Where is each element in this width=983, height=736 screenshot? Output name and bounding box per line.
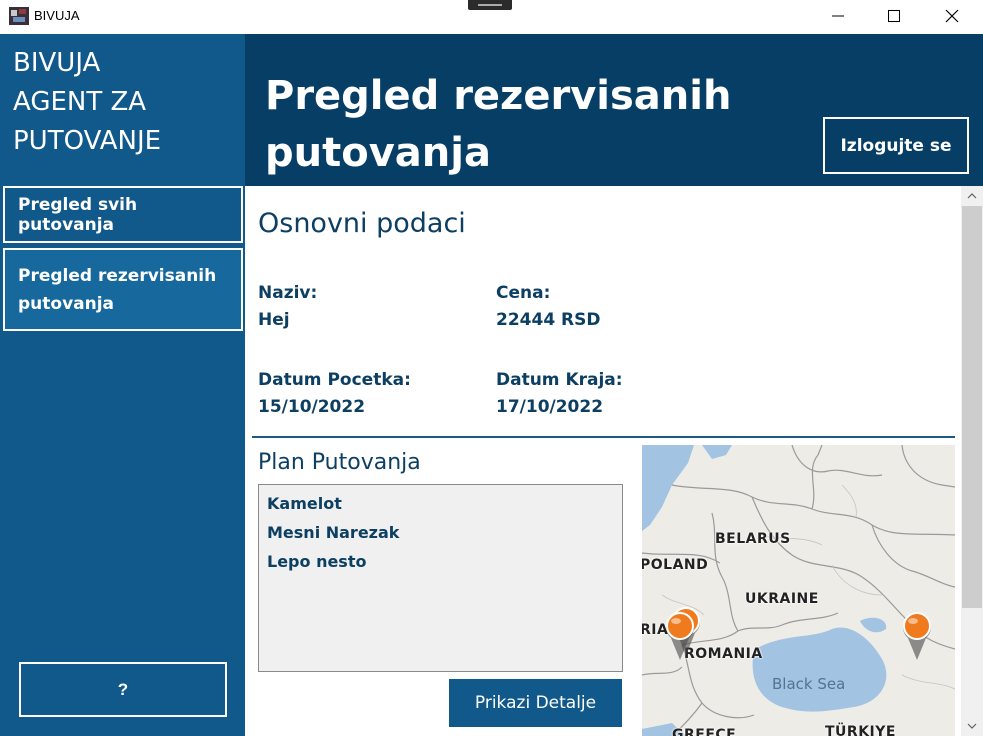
- vertical-scrollbar[interactable]: [961, 186, 983, 736]
- chevron-down-icon: [967, 723, 977, 729]
- divider: [252, 436, 955, 438]
- map-pin-icon[interactable]: [900, 610, 934, 662]
- price-label: Cena:: [496, 283, 551, 303]
- maximize-icon: [888, 10, 900, 22]
- list-item[interactable]: Mesni Narezak: [267, 518, 614, 547]
- minimize-icon: [832, 15, 844, 17]
- show-details-button[interactable]: Prikazi Detalje: [449, 679, 622, 727]
- window-titlebar: BIVUJA: [0, 0, 983, 34]
- price-value: 22444 RSD: [496, 310, 601, 330]
- app-logo-icon: [9, 7, 29, 25]
- close-icon: [945, 9, 959, 23]
- map-label-greece: GREECE: [672, 727, 737, 736]
- brand-line: AGENT ZA: [13, 87, 147, 117]
- plan-list[interactable]: Kamelot Mesni Narezak Lepo nesto: [258, 484, 623, 672]
- list-item[interactable]: Lepo nesto: [267, 547, 614, 576]
- plan-title: Plan Putovanja: [258, 450, 421, 475]
- map-pin-icon[interactable]: [663, 610, 697, 662]
- map-label-ukraine: UKRAINE: [745, 591, 819, 607]
- start-date-label: Datum Pocetka:: [258, 370, 411, 390]
- list-item[interactable]: Kamelot: [267, 489, 614, 518]
- end-date-label: Datum Kraja:: [496, 370, 623, 390]
- brand-line: PUTOVANJE: [13, 126, 162, 156]
- map-view[interactable]: BELARUS POLAND UKRAINE RIA ROMANIA Black…: [642, 445, 955, 736]
- brand-title: BIVUJA AGENT ZA PUTOVANJE: [13, 44, 233, 161]
- drag-handle-icon[interactable]: [468, 0, 512, 10]
- page-header: Pregled rezervisanih putovanja Izlogujte…: [245, 34, 983, 186]
- chevron-up-icon: [967, 193, 977, 199]
- sidebar-item-all-trips[interactable]: Pregled svih putovanja: [3, 186, 243, 243]
- map-label-black-sea: Black Sea: [772, 675, 846, 693]
- sidebar-item-reserved-trips[interactable]: Pregled rezervisanih putovanja: [3, 248, 243, 331]
- maximize-button[interactable]: [865, 0, 923, 32]
- minimize-button[interactable]: [809, 0, 867, 32]
- start-date-value: 15/10/2022: [258, 397, 366, 417]
- main-content: Osnovni podaci Naziv: Hej Cena: 22444 RS…: [245, 186, 961, 736]
- map-label-belarus: BELARUS: [715, 531, 791, 547]
- section-title: Osnovni podaci: [258, 208, 466, 239]
- sidebar: BIVUJA AGENT ZA PUTOVANJE Pregled svih p…: [0, 34, 245, 736]
- page-title: Pregled rezervisanih putovanja: [265, 73, 732, 176]
- scroll-up-button[interactable]: [961, 186, 983, 206]
- map-label-poland: POLAND: [642, 557, 709, 573]
- name-value: Hej: [258, 310, 290, 330]
- window-title: BIVUJA: [34, 8, 80, 23]
- end-date-value: 17/10/2022: [496, 397, 604, 417]
- map-label-turkiye: TÜRKIYE: [825, 724, 896, 736]
- scroll-down-button[interactable]: [961, 716, 983, 736]
- logout-button[interactable]: Izlogujte se: [823, 117, 969, 174]
- scroll-thumb[interactable]: [962, 206, 982, 608]
- help-button[interactable]: ?: [19, 662, 227, 717]
- brand-line: BIVUJA: [13, 48, 101, 78]
- close-button[interactable]: [923, 0, 981, 32]
- name-label: Naziv:: [258, 283, 318, 303]
